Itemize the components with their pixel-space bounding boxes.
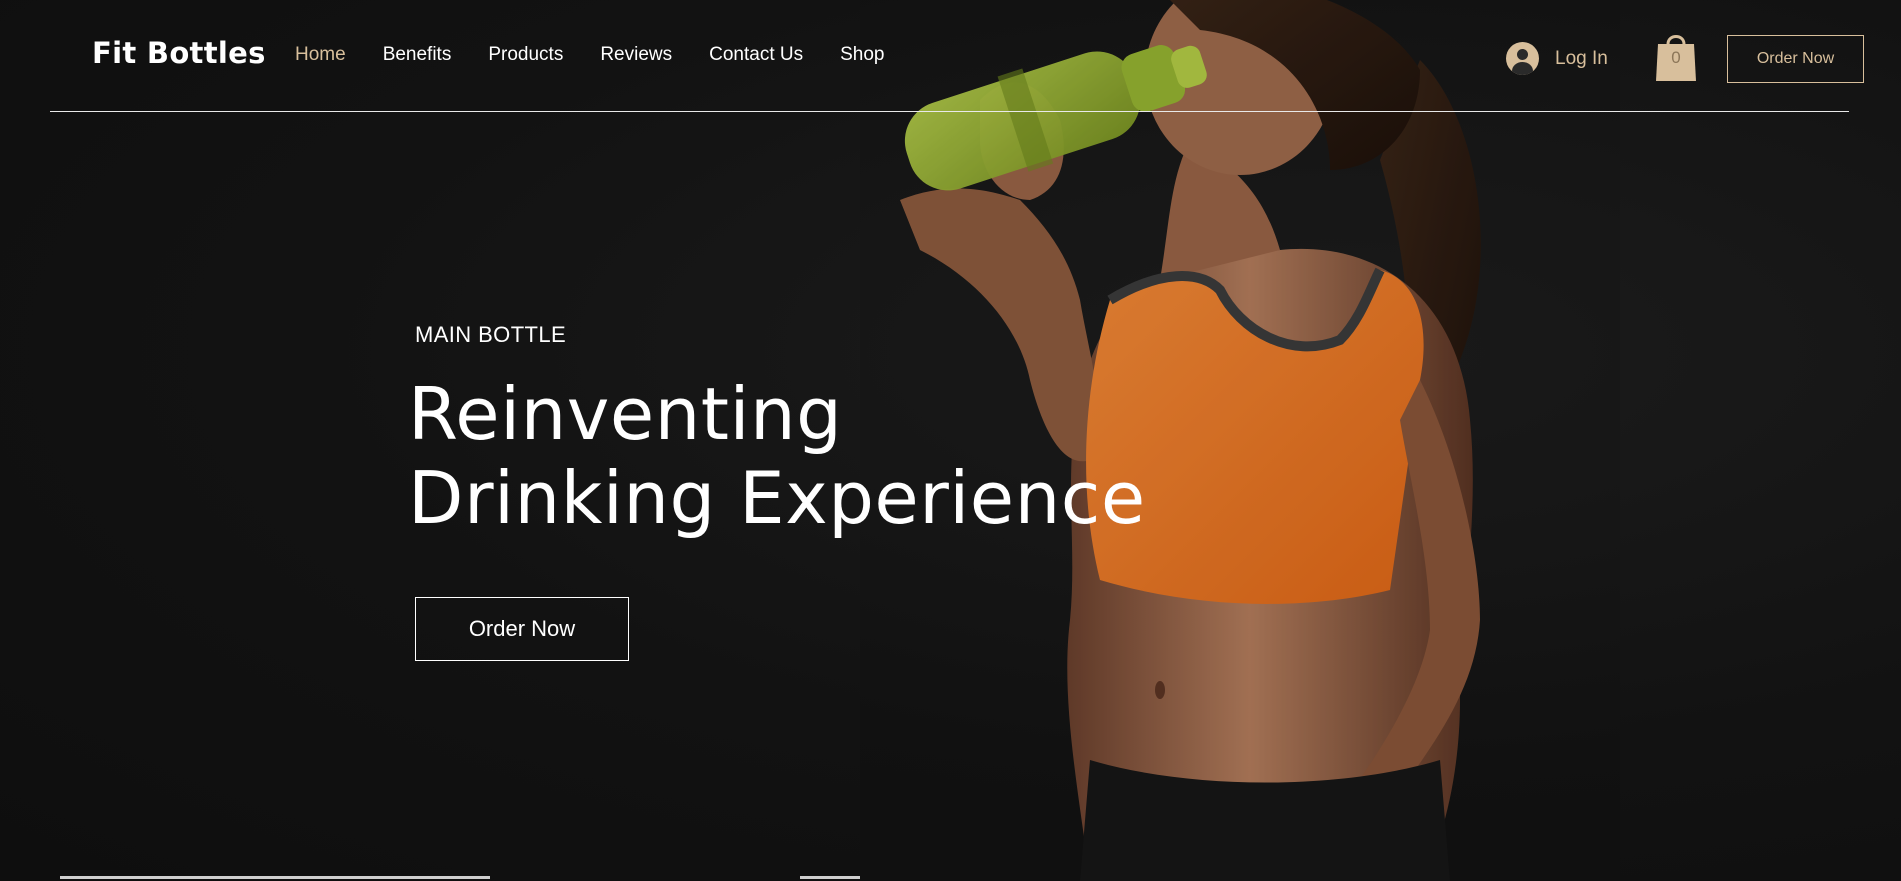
scroll-indicator xyxy=(800,876,860,879)
login-label: Log In xyxy=(1555,47,1608,69)
nav-item-shop[interactable]: Shop xyxy=(840,44,884,66)
nav-item-contact-us[interactable]: Contact Us xyxy=(709,44,803,66)
site-logo[interactable]: Fit Bottles xyxy=(92,36,266,70)
user-avatar-icon xyxy=(1506,42,1539,75)
nav-item-benefits[interactable]: Benefits xyxy=(383,44,452,66)
nav-item-home[interactable]: Home xyxy=(295,44,346,66)
hero-headline-line-1: Reinventing xyxy=(408,372,843,456)
header-divider xyxy=(50,111,1849,112)
cart-button[interactable]: 0 xyxy=(1655,28,1697,82)
hero-eyebrow: MAIN BOTTLE xyxy=(415,322,567,347)
hero-headline-line-2: Drinking Experience xyxy=(408,456,1146,540)
hero-order-now-button[interactable]: Order Now xyxy=(415,597,629,661)
nav-item-reviews[interactable]: Reviews xyxy=(600,44,672,66)
cart-count: 0 xyxy=(1671,48,1681,67)
nav-item-products[interactable]: Products xyxy=(488,44,563,66)
hero-headline: Reinventing Drinking Experience xyxy=(408,372,1146,540)
horizontal-scrollbar[interactable] xyxy=(60,876,490,879)
header-order-now-button[interactable]: Order Now xyxy=(1727,35,1864,83)
login-button[interactable]: Log In xyxy=(1506,42,1608,75)
site-header: Fit Bottles Home Benefits Products Revie… xyxy=(0,0,1901,112)
main-nav: Home Benefits Products Reviews Contact U… xyxy=(295,44,922,66)
